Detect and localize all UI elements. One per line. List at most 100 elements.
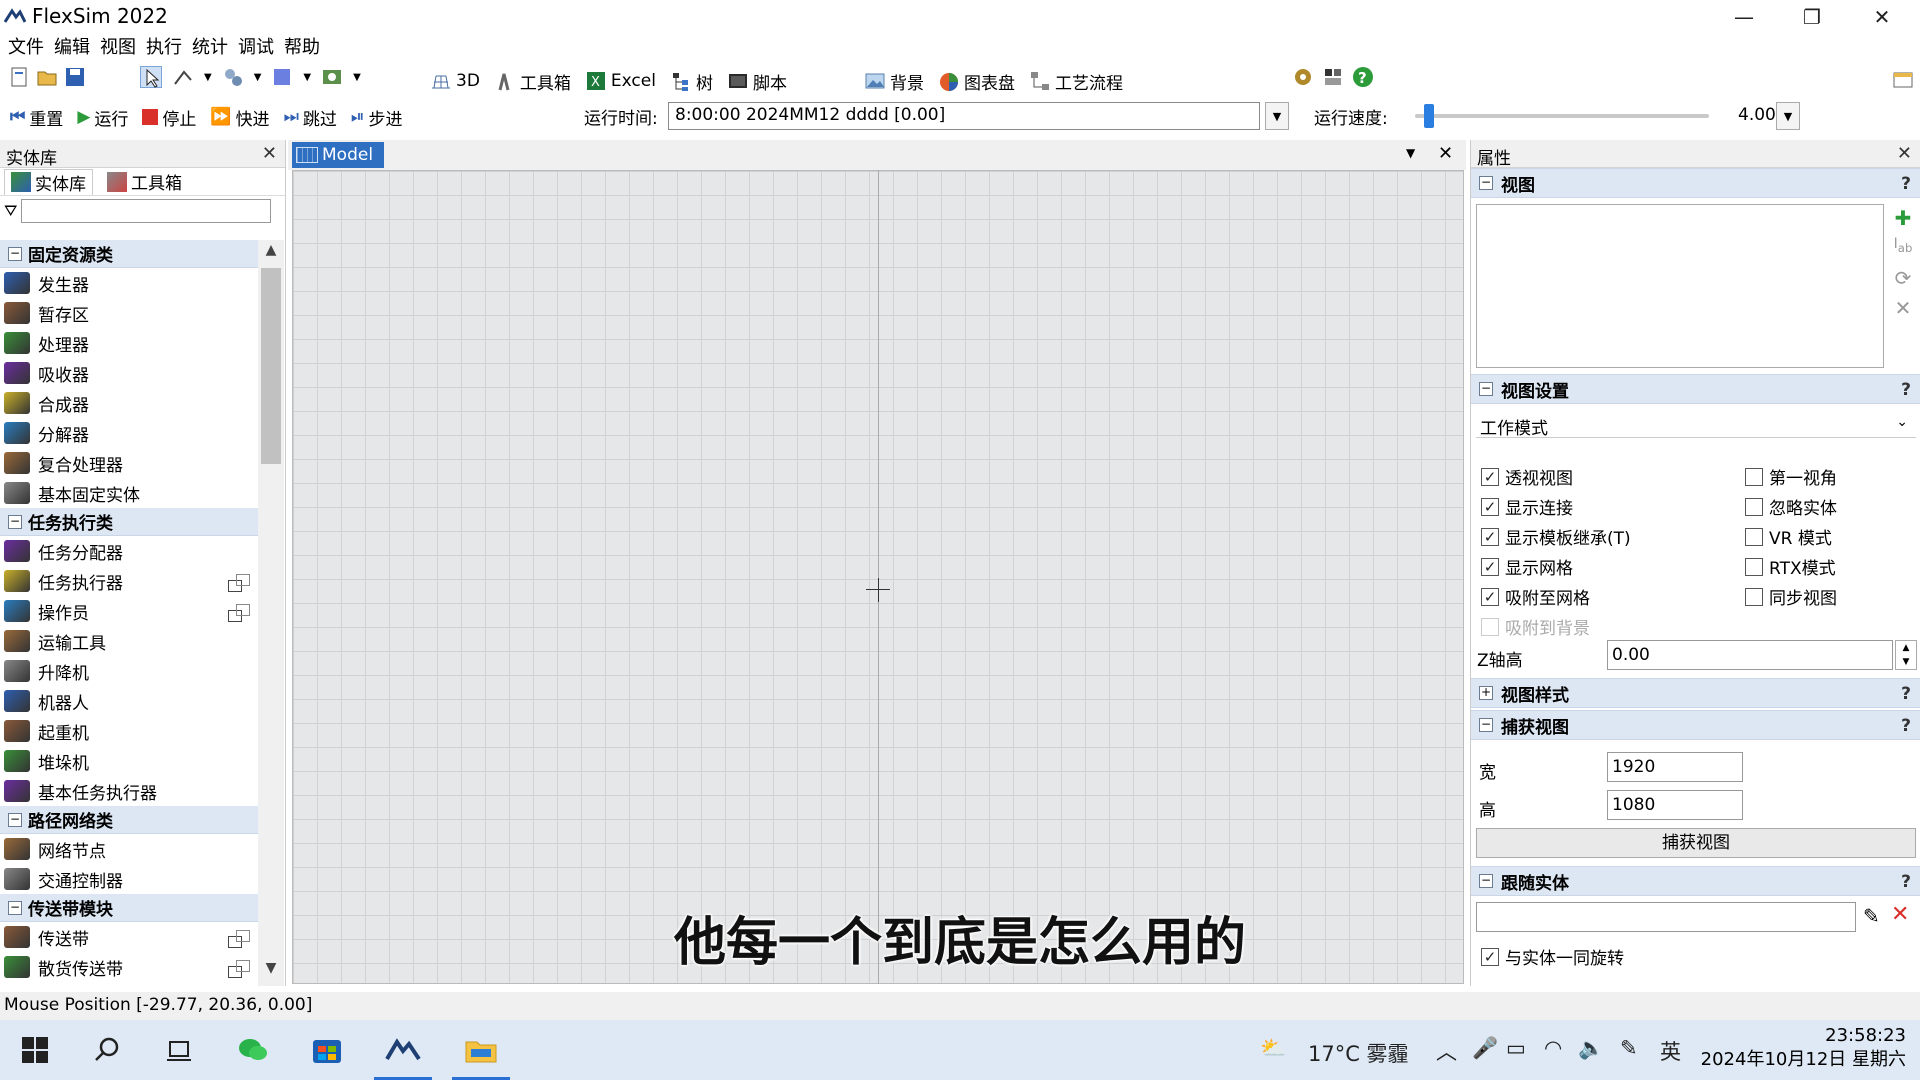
- multi-select-dropdown-icon[interactable]: ▼: [254, 72, 262, 83]
- library-item[interactable]: 网络节点: [0, 834, 258, 864]
- collapse-icon[interactable]: −: [1479, 718, 1493, 732]
- library-item[interactable]: 分解器: [0, 418, 258, 448]
- box-dropdown-icon[interactable]: ▼: [303, 72, 311, 83]
- library-item[interactable]: 升降机: [0, 656, 258, 686]
- rename-icon[interactable]: Iab: [1891, 236, 1915, 260]
- section-follow-object[interactable]: − 跟随实体 ?: [1471, 866, 1920, 896]
- panel-toggle-icon[interactable]: [1892, 68, 1914, 90]
- weather-icon[interactable]: ⛅: [1260, 1036, 1286, 1061]
- view-option-checkbox[interactable]: ✓ 吸附至网格: [1481, 584, 1590, 609]
- excel-button[interactable]: X Excel: [585, 66, 656, 96]
- z-height-input[interactable]: 0.00: [1607, 640, 1893, 670]
- system-clock[interactable]: 23:58:23 2024年10月12日 星期六: [1701, 1024, 1906, 1072]
- flexsim-taskbar-button[interactable]: [372, 1020, 434, 1080]
- help-icon[interactable]: ?: [1901, 174, 1911, 194]
- chevron-down-icon[interactable]: ▼: [1406, 146, 1415, 160]
- view-option-checkbox[interactable]: 忽略实体: [1745, 494, 1837, 519]
- battery-icon[interactable]: ▭: [1506, 1036, 1526, 1060]
- dashboard-button[interactable]: 图表盘: [938, 66, 1015, 96]
- view-option-checkbox[interactable]: RTX模式: [1745, 554, 1836, 579]
- speed-slider-thumb[interactable]: [1423, 104, 1434, 128]
- skip-button[interactable]: ⏭ 跳过: [284, 102, 337, 132]
- capture-view-button[interactable]: 捕获视图: [1476, 828, 1916, 858]
- view-option-checkbox[interactable]: ✓ 显示网格: [1481, 554, 1573, 579]
- copy-icon[interactable]: [228, 574, 250, 592]
- stop-button[interactable]: 停止: [142, 102, 196, 132]
- library-filter-input[interactable]: [21, 199, 272, 223]
- multi-select-icon[interactable]: [222, 66, 244, 88]
- library-item[interactable]: 基本固定实体: [0, 478, 258, 508]
- view-dropdown-icon[interactable]: ▼: [353, 72, 361, 83]
- new-file-icon[interactable]: [8, 66, 30, 88]
- collapse-icon[interactable]: −: [1479, 176, 1493, 190]
- open-folder-icon[interactable]: [36, 66, 58, 88]
- library-item[interactable]: 复合处理器: [0, 448, 258, 478]
- view-3d-button[interactable]: 3D: [430, 66, 480, 96]
- menu-execute[interactable]: 执行: [141, 34, 187, 62]
- library-item[interactable]: 操作员: [0, 596, 258, 626]
- tray-chevron-up-icon[interactable]: ︿: [1436, 1036, 1457, 1066]
- help-icon[interactable]: ?: [1901, 872, 1911, 892]
- mode-select[interactable]: 工作模式 ⌄: [1476, 410, 1916, 439]
- task-view-button[interactable]: [148, 1020, 210, 1080]
- library-item[interactable]: 任务执行器: [0, 566, 258, 596]
- z-height-spinner[interactable]: ▲ ▼: [1895, 640, 1917, 670]
- library-item[interactable]: 发生器: [0, 268, 258, 298]
- close-button[interactable]: ✕: [1848, 0, 1916, 34]
- select-pointer-icon[interactable]: [140, 66, 162, 88]
- process-flow-button[interactable]: 工艺流程: [1029, 66, 1123, 96]
- weather-text[interactable]: 17°C 雾霾: [1308, 1038, 1409, 1068]
- refresh-icon[interactable]: ⟳: [1891, 266, 1915, 290]
- library-item[interactable]: 暂存区: [0, 298, 258, 328]
- section-capture-view[interactable]: − 捕获视图 ?: [1471, 710, 1920, 740]
- runtime-dropdown-icon[interactable]: ▼: [1265, 102, 1289, 130]
- input-method[interactable]: 英: [1660, 1036, 1681, 1066]
- expand-icon[interactable]: +: [1479, 686, 1493, 700]
- capture-width-input[interactable]: 1920: [1607, 752, 1743, 782]
- volume-icon[interactable]: 🔈: [1578, 1036, 1604, 1061]
- close-icon[interactable]: ✕: [1438, 143, 1453, 164]
- toolbox-button[interactable]: 工具箱: [494, 66, 571, 96]
- collapse-icon[interactable]: −: [1479, 874, 1493, 888]
- wechat-taskbar-button[interactable]: [222, 1020, 284, 1080]
- scroll-up-icon[interactable]: ▲: [258, 242, 284, 266]
- library-item[interactable]: 任务分配器: [0, 536, 258, 566]
- view-option-checkbox[interactable]: 同步视图: [1745, 584, 1837, 609]
- reset-button[interactable]: ⏮ 重置: [10, 102, 63, 132]
- library-item[interactable]: 合成器: [0, 388, 258, 418]
- scroll-thumb[interactable]: [261, 268, 281, 464]
- speed-slider-track[interactable]: [1415, 114, 1709, 118]
- view-list[interactable]: [1476, 204, 1884, 368]
- close-icon[interactable]: ✕: [1897, 143, 1912, 164]
- menu-debug[interactable]: 调试: [233, 34, 279, 62]
- search-button[interactable]: [76, 1020, 138, 1080]
- view-option-checkbox[interactable]: 第一视角: [1745, 464, 1837, 489]
- minimize-button[interactable]: —: [1710, 0, 1778, 34]
- library-item[interactable]: 运输工具: [0, 626, 258, 656]
- speed-dropdown-icon[interactable]: ▼: [1776, 102, 1800, 130]
- help-icon[interactable]: ?: [1901, 716, 1911, 736]
- library-item[interactable]: 处理器: [0, 328, 258, 358]
- menu-view[interactable]: 视图: [95, 34, 141, 62]
- connect-dropdown-icon[interactable]: ▼: [204, 72, 212, 83]
- menu-help[interactable]: 帮助: [279, 34, 325, 62]
- library-item[interactable]: 吸收器: [0, 358, 258, 388]
- view-tool-icon[interactable]: [321, 66, 343, 88]
- copy-icon[interactable]: [228, 604, 250, 622]
- menu-statistics[interactable]: 统计: [187, 34, 233, 62]
- background-button[interactable]: 背景: [864, 66, 924, 96]
- add-icon[interactable]: ✚: [1891, 206, 1915, 230]
- library-category[interactable]: − 任务执行类: [0, 508, 258, 536]
- run-button[interactable]: ▶ 运行: [77, 102, 128, 132]
- store-taskbar-button[interactable]: [296, 1020, 358, 1080]
- box-tool-icon[interactable]: [271, 66, 293, 88]
- collapse-icon[interactable]: −: [1479, 382, 1493, 396]
- menu-edit[interactable]: 编辑: [49, 34, 95, 62]
- delete-icon[interactable]: ✕: [1891, 296, 1915, 320]
- collapse-icon[interactable]: −: [8, 246, 22, 261]
- collapse-icon[interactable]: −: [8, 514, 22, 529]
- tab-library[interactable]: 实体库: [4, 168, 93, 195]
- section-view[interactable]: − 视图 ?: [1471, 168, 1920, 198]
- step-button[interactable]: ⏯ 步进: [351, 102, 403, 132]
- library-item[interactable]: 机器人: [0, 686, 258, 716]
